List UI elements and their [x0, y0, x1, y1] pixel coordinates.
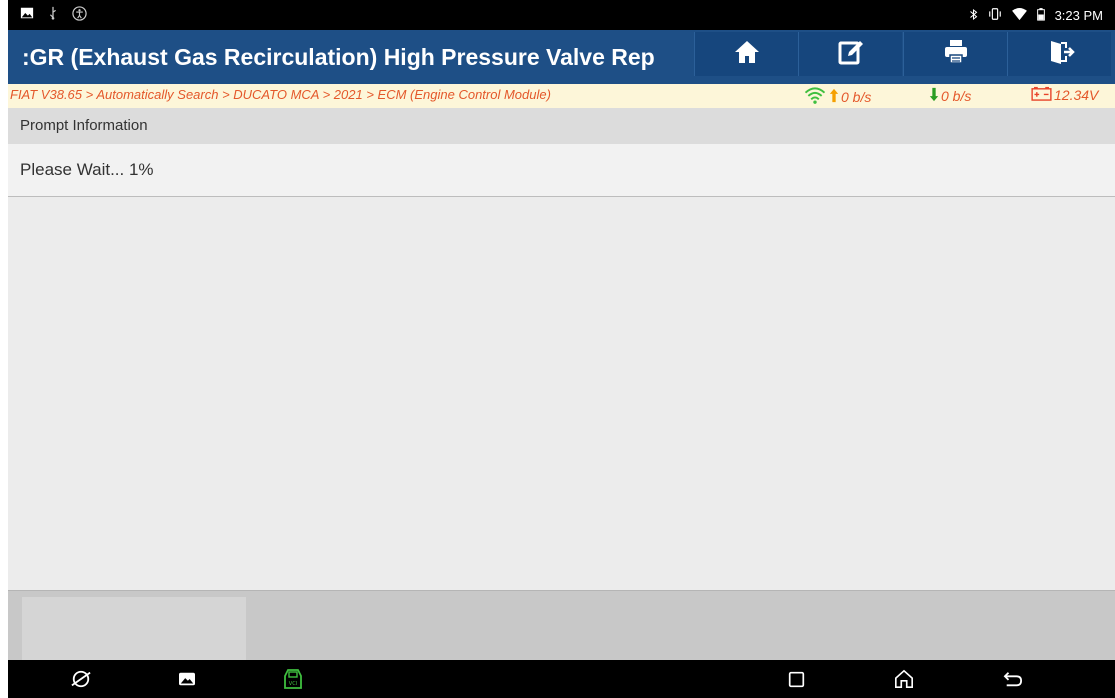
- bluetooth-icon: [969, 8, 978, 24]
- print-icon: [941, 37, 971, 72]
- edit-report-button[interactable]: [798, 32, 902, 76]
- bottom-action-button[interactable]: [22, 597, 246, 661]
- download-rate: 0 b/s: [929, 86, 971, 106]
- wifi-icon: [1011, 7, 1027, 24]
- home-nav-icon[interactable]: [892, 668, 916, 690]
- gallery-icon[interactable]: [175, 668, 199, 690]
- svg-text:VCI: VCI: [289, 681, 297, 687]
- wifi-signal-icon: [803, 86, 827, 108]
- page-title: :GR (Exhaust Gas Recirculation) High Pre…: [22, 44, 655, 70]
- usb-icon: [46, 6, 62, 22]
- exit-button[interactable]: [1007, 32, 1111, 76]
- accessibility-icon: [72, 6, 88, 22]
- edit-report-icon: [836, 37, 866, 72]
- home-icon: [732, 37, 762, 72]
- navigation-bar: VCI: [8, 660, 1115, 698]
- bottom-button-bar: [8, 590, 1115, 661]
- print-button[interactable]: [903, 32, 1007, 76]
- download-arrow-icon: [929, 86, 939, 106]
- section-header: Prompt Information: [8, 108, 1115, 144]
- upload-rate: 0 b/s: [803, 86, 871, 108]
- vci-icon[interactable]: VCI: [281, 668, 305, 690]
- image-icon: [20, 6, 36, 22]
- home-button[interactable]: [694, 32, 798, 76]
- recents-icon[interactable]: [784, 668, 808, 690]
- exit-icon: [1045, 37, 1075, 72]
- progress-message: Please Wait... 1%: [20, 160, 154, 179]
- car-battery-icon: [1031, 86, 1052, 104]
- battery-icon: [1036, 7, 1045, 24]
- status-bar: 3:23 PM: [8, 0, 1115, 30]
- vibrate-icon: [988, 7, 1002, 24]
- title-bar: :GR (Exhaust Gas Recirculation) High Pre…: [8, 30, 1115, 84]
- breadcrumb: FIAT V38.65 > Automatically Search > DUC…: [10, 87, 551, 102]
- browser-icon[interactable]: [69, 668, 93, 690]
- back-icon[interactable]: [1001, 668, 1025, 690]
- upload-arrow-icon: [829, 87, 839, 107]
- content-area: [8, 197, 1115, 590]
- breadcrumb-bar: FIAT V38.65 > Automatically Search > DUC…: [8, 84, 1115, 109]
- prompt-message-row: Please Wait... 1%: [8, 144, 1115, 197]
- battery-voltage: 12.34V: [1031, 86, 1098, 104]
- section-title: Prompt Information: [20, 117, 148, 134]
- clock: 3:23 PM: [1054, 8, 1103, 23]
